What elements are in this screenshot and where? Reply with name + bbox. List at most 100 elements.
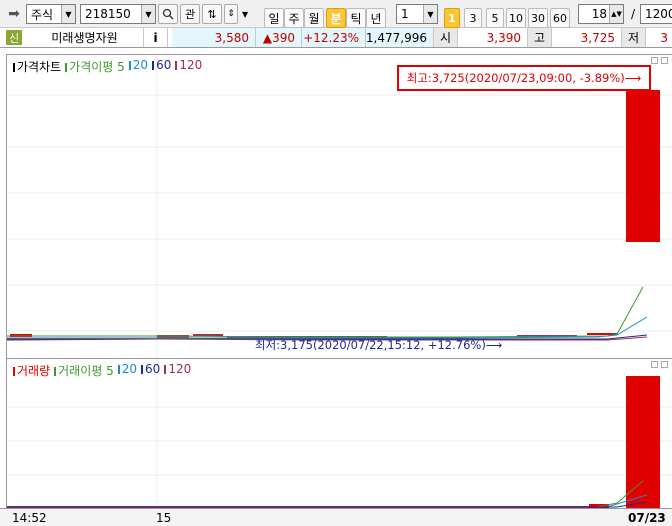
legend-marker [117, 365, 120, 374]
legend-marker [164, 365, 167, 374]
interval-button[interactable]: 5 [486, 8, 504, 28]
volume-gridlines [7, 359, 672, 508]
legend-marker [13, 367, 15, 376]
period-tab[interactable]: 분 [326, 8, 346, 28]
legend-entry[interactable]: 거래량 [13, 362, 50, 379]
panel-close-icon[interactable] [661, 57, 668, 64]
market-select[interactable]: 주식 ▼ [26, 4, 76, 24]
price-change: ▲390 [256, 28, 302, 47]
legend-entry[interactable]: 60 [152, 58, 171, 75]
open-label: 시 [434, 28, 458, 47]
legend-entry[interactable]: 120 [164, 362, 191, 379]
search-button[interactable] [158, 4, 178, 24]
low-price: 3 [660, 30, 668, 45]
price-gridlines [7, 55, 672, 358]
period-tab[interactable]: 일 [264, 8, 284, 28]
spinner-icon[interactable]: ▲▼ [609, 5, 623, 23]
watchlist-button[interactable]: 관 [180, 4, 200, 24]
interval-button[interactable]: 10 [506, 8, 526, 28]
legend-label: 60 [145, 362, 161, 376]
legend-entry[interactable]: 거래이평 5 [54, 362, 114, 379]
panel-minimize-icon[interactable] [651, 361, 658, 368]
date-label: 07/23 [628, 511, 666, 525]
legend-entry[interactable]: 가격차트 [13, 58, 61, 75]
link-button[interactable]: ⇅ [202, 4, 222, 24]
legend-label: 거래이평 5 [58, 364, 114, 378]
interval-select-value: 1 [401, 7, 409, 21]
legend-label: 120 [168, 362, 192, 376]
panel-minimize-icon[interactable] [651, 57, 658, 64]
slash-label: / [630, 7, 636, 21]
link-icon: ⇅ [207, 7, 217, 21]
stock-name[interactable]: 미래생명자원 [26, 28, 144, 47]
period-tab[interactable]: 틱 [346, 8, 366, 28]
interval-select[interactable]: 1 ▼ [396, 4, 438, 24]
market-select-value: 주식 [31, 7, 54, 22]
updown-icon: ⇕ [227, 9, 235, 19]
legend-marker [65, 63, 68, 72]
high-price: 3,725 [552, 28, 622, 47]
legend-label: 거래량 [17, 364, 51, 378]
legend-entry[interactable]: 120 [175, 58, 202, 75]
info-button[interactable]: i [144, 28, 168, 47]
interval-button[interactable]: 3 [464, 8, 482, 28]
open-price: 3,390 [458, 28, 528, 47]
legend-entry[interactable]: 20 [128, 58, 148, 75]
legend-marker [175, 61, 178, 70]
price-chart-panel[interactable]: 최저:3,175(2020/07/22,15:12, +12.76%)⟶ 가격차… [6, 54, 672, 358]
status-badge: 신 [6, 30, 22, 45]
count-input-value: 18 [591, 7, 607, 21]
legend-label: 가격이평 5 [69, 60, 125, 74]
legend-marker [141, 365, 144, 374]
quote-bar: 신 미래생명자원 i 3,580 ▲390 +12.23% 1,477,996 … [0, 28, 672, 48]
ma5-line [7, 286, 644, 338]
chevron-down-icon[interactable]: ▼ [242, 4, 252, 24]
total-count-input[interactable]: 1200 [640, 4, 672, 24]
legend-entry[interactable]: 60 [141, 362, 160, 379]
interval-button[interactable]: 30 [528, 8, 548, 28]
interval-button[interactable]: 1 [444, 8, 460, 28]
legend-entry[interactable]: 20 [117, 362, 138, 379]
legend-label: 120 [179, 58, 203, 72]
volume-chart-canvas [7, 359, 672, 508]
legend-label: 20 [121, 362, 138, 376]
ma20-line [7, 316, 648, 339]
price-candles [10, 90, 660, 338]
legend-marker [54, 367, 57, 376]
time-axis: 14:52 15 07/23 [0, 508, 672, 526]
legend-label: 가격차트 [17, 60, 62, 74]
price-chart-canvas: 최저:3,175(2020/07/22,15:12, +12.76%)⟶ [7, 55, 672, 358]
candle-latest [626, 90, 660, 242]
high-label: 고 [528, 28, 552, 47]
updown-spinner[interactable]: ⇕ [224, 4, 238, 24]
high-annotation: 최고:3,725(2020/07/23,09:00, -3.89%)⟶ [406, 71, 642, 85]
moving-averages [7, 286, 648, 341]
chevron-down-icon[interactable]: ▼ [61, 5, 75, 23]
volume-legend: 거래량 거래이평 5 20 60 120 [13, 362, 191, 379]
vma20-line [7, 494, 648, 508]
code-input[interactable]: 218150 ▼ [80, 4, 156, 24]
high-annotation-box: 최고:3,725(2020/07/23,09:00, -3.89%)⟶ [397, 65, 651, 91]
period-tab[interactable]: 월 [304, 8, 324, 28]
period-tab[interactable]: 주 [284, 8, 304, 28]
code-input-value: 218150 [85, 7, 131, 21]
vma5-line [7, 480, 644, 508]
volume-averages [7, 480, 648, 508]
total-count-value: 1200 [645, 7, 672, 21]
chart-toolbar: ➡ 주식 ▼ 218150 ▼ 관 ⇅ ⇕ ▼ 일주월분틱년 1 ▼ 1 3 5 10… [0, 0, 672, 28]
period-tab[interactable]: 년 [366, 8, 386, 28]
time-label: 14:52 [12, 511, 47, 525]
volume-chart-panel[interactable]: 거래량 거래이평 5 20 60 120 [6, 358, 672, 508]
legend-entry[interactable]: 가격이평 5 [65, 58, 125, 75]
chevron-down-icon[interactable]: ▼ [141, 5, 155, 23]
search-icon [162, 8, 174, 20]
panel-close-icon[interactable] [661, 361, 668, 368]
low-annotation: 최저:3,175(2020/07/22,15:12, +12.76%)⟶ [255, 338, 502, 352]
legend-label: 60 [156, 58, 172, 72]
count-input[interactable]: 18 ▲▼ [578, 4, 624, 24]
chevron-down-icon[interactable]: ▼ [423, 5, 437, 23]
pin-icon[interactable]: ➡ [4, 4, 24, 24]
interval-button[interactable]: 60 [550, 8, 570, 28]
volume-value: 1,477,996 [366, 28, 434, 47]
watchlist-button-label: 관 [184, 8, 196, 21]
